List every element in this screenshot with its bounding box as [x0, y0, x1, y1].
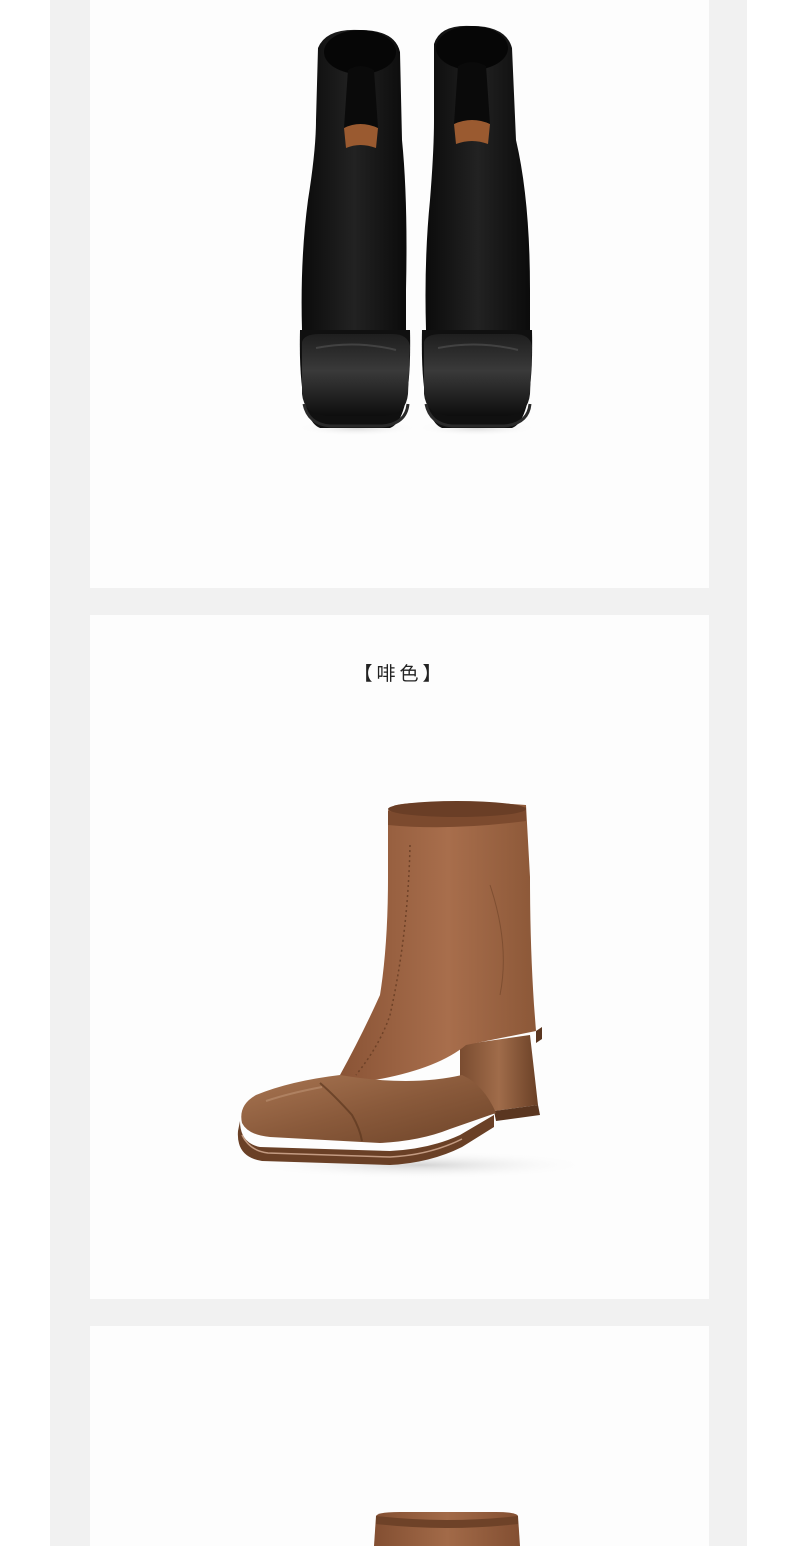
brown-boot [237, 801, 542, 1165]
black-ankle-boots-image [297, 25, 537, 436]
brown-boot-cropped-image [374, 1512, 520, 1546]
product-image-panel-brown-2 [90, 1326, 709, 1546]
product-image-panel-brown: 【啡色】 [90, 615, 709, 1299]
left-black-boot [299, 29, 411, 428]
product-image-panel-black [90, 0, 709, 588]
product-detail-page: 【啡色】 [0, 0, 800, 1546]
right-black-boot [421, 25, 533, 428]
brown-ankle-boot-image [237, 801, 590, 1179]
brown-boot-top [374, 1512, 520, 1546]
